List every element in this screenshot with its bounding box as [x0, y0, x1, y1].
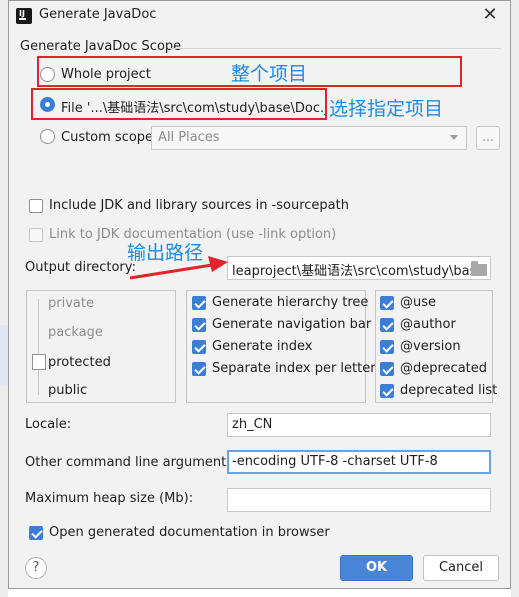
output-arrow [129, 256, 228, 280]
